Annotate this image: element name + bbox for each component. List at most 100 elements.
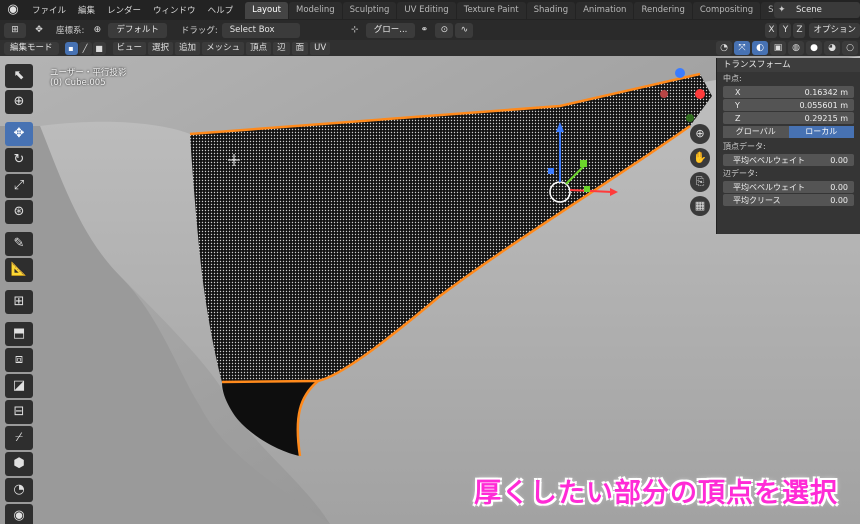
vertex-select-icon[interactable]: ▪ bbox=[64, 41, 78, 55]
mirror-axes: X Y Z オプション bbox=[765, 22, 860, 38]
measure-tool-icon[interactable]: 📐 bbox=[5, 258, 33, 282]
rotate-tool-icon[interactable]: ↻ bbox=[5, 148, 33, 172]
wireframe-shading-icon[interactable]: ◍ bbox=[788, 41, 804, 55]
spin-tool-icon[interactable]: ◔ bbox=[5, 478, 33, 502]
scene-name: Scene bbox=[796, 5, 822, 15]
object-name: (0) Cube.005 bbox=[50, 78, 106, 88]
drag-dropdown[interactable]: Select Box bbox=[221, 22, 300, 38]
tab-shading[interactable]: Shading bbox=[526, 1, 576, 19]
select-tool-icon[interactable]: ⬉ bbox=[5, 64, 33, 88]
edge-data-label: 辺データ: bbox=[723, 169, 758, 178]
tab-texture-paint[interactable]: Texture Paint bbox=[456, 1, 526, 19]
mirror-y-toggle[interactable]: Y bbox=[779, 22, 792, 38]
median-z-axis: Z bbox=[735, 113, 741, 123]
local-space-button[interactable]: ローカル bbox=[788, 126, 854, 138]
pan-hand-icon[interactable]: ✋ bbox=[690, 148, 710, 168]
menu-view[interactable]: ビュー bbox=[112, 41, 147, 55]
snap-icon[interactable]: ⊙ bbox=[435, 22, 454, 38]
tab-animation[interactable]: Animation bbox=[576, 1, 634, 19]
xray-toggle-icon[interactable]: ▣ bbox=[770, 41, 786, 55]
inset-tool-icon[interactable]: ⧈ bbox=[5, 348, 33, 372]
median-z-field[interactable]: Z 0.29215 m bbox=[723, 112, 854, 124]
loop-cut-tool-icon[interactable]: ⊟ bbox=[5, 400, 33, 424]
menu-add[interactable]: 追加 bbox=[175, 41, 201, 55]
extrude-tool-icon[interactable]: ⬒ bbox=[5, 322, 33, 346]
median-x-field[interactable]: X 0.16342 m bbox=[723, 86, 854, 98]
tab-modeling[interactable]: Modeling bbox=[288, 1, 342, 19]
smooth-tool-icon[interactable]: ◉ bbox=[5, 504, 33, 524]
vertex-bevel-value: 0.00 bbox=[830, 155, 848, 165]
ortho-grid-icon[interactable]: ▦ bbox=[690, 196, 710, 216]
menu-edit[interactable]: 編集 bbox=[72, 4, 101, 16]
edge-crease-field[interactable]: 平均クリース 0.00 bbox=[723, 194, 854, 206]
bevel-tool-icon[interactable]: ◪ bbox=[5, 374, 33, 398]
menu-render[interactable]: レンダー bbox=[101, 4, 147, 16]
edge-bevel-label: 平均ベベルウェイト bbox=[733, 182, 805, 192]
mode-dropdown[interactable]: 編集モード bbox=[4, 41, 59, 55]
menu-help[interactable]: ヘルプ bbox=[202, 4, 240, 16]
drag-group: ドラッグ: Select Box bbox=[177, 22, 300, 38]
overlay-toggle-icon[interactable]: ◐ bbox=[752, 41, 768, 55]
face-select-icon[interactable]: ■ bbox=[92, 41, 106, 55]
tab-sculpting[interactable]: Sculpting bbox=[342, 1, 397, 19]
blender-logo-icon[interactable]: ◉ bbox=[4, 1, 22, 19]
material-shading-icon[interactable]: ◕ bbox=[824, 41, 840, 55]
median-z-value: 0.29215 m bbox=[804, 113, 848, 123]
workspace-tabs: Layout Modeling Sculpting UV Editing Tex… bbox=[245, 0, 814, 20]
rendered-shading-icon[interactable]: ○ bbox=[842, 41, 858, 55]
edge-crease-value: 0.00 bbox=[830, 195, 848, 205]
tool-settings-bar: ⊞ ✥ 座標系: ⊕ デフォルト ドラッグ: Select Box ⊹ グロー.… bbox=[0, 20, 860, 40]
knife-tool-icon[interactable]: ⌿ bbox=[5, 426, 33, 450]
mirror-z-toggle[interactable]: Z bbox=[793, 22, 806, 38]
menu-window[interactable]: ウィンドウ bbox=[147, 4, 202, 16]
tab-layout[interactable]: Layout bbox=[245, 1, 288, 19]
tool-shelf: ⬉ ⊕ ✥ ↻ ⤢ ⊛ ✎ 📐 ⊞ ⬒ ⧈ ◪ ⊟ ⌿ ⬢ ◔ ◉ bbox=[5, 64, 35, 524]
transform-tool-icon[interactable]: ⊛ bbox=[5, 200, 33, 224]
median-x-value: 0.16342 m bbox=[804, 87, 848, 97]
editor-type-icon[interactable]: ⊞ bbox=[4, 22, 26, 38]
move-tool-icon[interactable]: ✥ bbox=[5, 122, 33, 146]
mirror-x-toggle[interactable]: X bbox=[765, 22, 778, 38]
coord-dropdown[interactable]: デフォルト bbox=[108, 22, 167, 38]
pivot-dropdown[interactable]: グロー... bbox=[365, 22, 416, 38]
tab-rendering[interactable]: Rendering bbox=[634, 1, 692, 19]
scene-selector[interactable]: ✦ Scene bbox=[774, 2, 860, 18]
visibility-icon[interactable]: ◔ bbox=[716, 41, 732, 55]
panel-header[interactable]: トランスフォーム bbox=[717, 58, 860, 72]
edge-select-icon[interactable]: ╱ bbox=[78, 41, 92, 55]
global-space-button[interactable]: グローバル bbox=[723, 126, 789, 138]
add-cube-tool-icon[interactable]: ⊞ bbox=[5, 290, 33, 314]
cursor-tool-icon[interactable]: ⊕ bbox=[5, 90, 33, 114]
proportional-edit-icon[interactable]: ∿ bbox=[455, 22, 474, 38]
3d-viewport[interactable]: ユーザー・平行投影 (0) Cube.005 ⬉ ⊕ ✥ ↻ ⤢ ⊛ ✎ 📐 ⊞… bbox=[0, 56, 860, 524]
menu-select[interactable]: 選択 bbox=[148, 41, 174, 55]
vertex-bevel-label: 平均ベベルウェイト bbox=[733, 155, 805, 165]
top-menu-bar: ◉ ファイル 編集 レンダー ウィンドウ ヘルプ Layout Modeling… bbox=[0, 0, 860, 20]
tab-compositing[interactable]: Compositing bbox=[692, 1, 761, 19]
menu-edge[interactable]: 辺 bbox=[273, 41, 290, 55]
menu-face[interactable]: 面 bbox=[291, 41, 309, 55]
menu-file[interactable]: ファイル bbox=[26, 4, 72, 16]
menu-mesh[interactable]: メッシュ bbox=[202, 41, 245, 55]
camera-icon[interactable]: ⎘ bbox=[690, 172, 710, 192]
menu-vertex[interactable]: 頂点 bbox=[246, 41, 272, 55]
median-y-field[interactable]: Y 0.055601 m bbox=[723, 99, 854, 111]
coord-label: 座標系: bbox=[56, 26, 85, 36]
gizmo-toggle-icon[interactable]: ⤧ bbox=[734, 41, 750, 55]
tab-uv-editing[interactable]: UV Editing bbox=[397, 1, 456, 19]
options-dropdown[interactable]: オプション bbox=[809, 22, 860, 38]
poly-build-tool-icon[interactable]: ⬢ bbox=[5, 452, 33, 476]
scene-icon: ✦ bbox=[778, 5, 786, 15]
viewport-display-toggles: ◔ ⤧ ◐ ▣ ◍ ● ◕ ○ bbox=[716, 41, 860, 55]
menu-uv[interactable]: UV bbox=[310, 41, 331, 55]
median-y-axis: Y bbox=[735, 100, 740, 110]
scale-tool-icon[interactable]: ⤢ bbox=[5, 174, 33, 198]
vertex-bevel-field[interactable]: 平均ベベルウェイト 0.00 bbox=[723, 154, 854, 166]
transform-orientation-group: ✥ 座標系: ⊕ デフォルト bbox=[28, 22, 167, 38]
solid-shading-icon[interactable]: ● bbox=[806, 41, 822, 55]
viewport-header: 編集モード ▪ ╱ ■ ビュー 選択 追加 メッシュ 頂点 辺 面 UV ◔ ⤧… bbox=[0, 40, 860, 56]
zoom-icon[interactable]: ⊕ bbox=[690, 124, 710, 144]
annotate-tool-icon[interactable]: ✎ bbox=[5, 232, 33, 256]
link-icon[interactable]: ⚭ bbox=[415, 23, 433, 38]
edge-bevel-field[interactable]: 平均ベベルウェイト 0.00 bbox=[723, 181, 854, 193]
